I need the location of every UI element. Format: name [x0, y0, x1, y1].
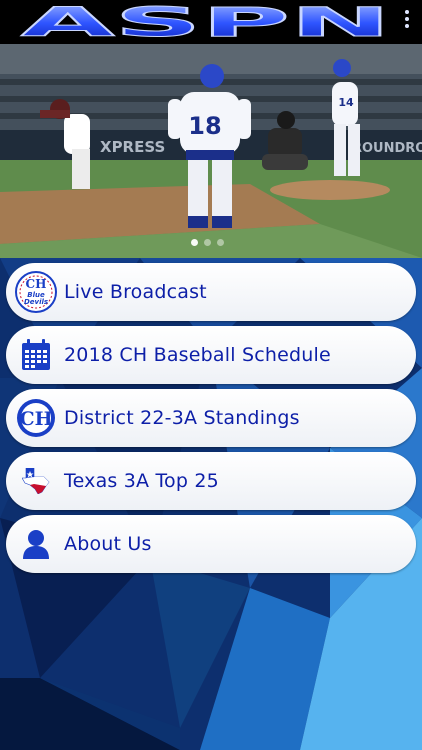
schedule-button[interactable]: 2018 CH Baseball Schedule — [6, 326, 416, 384]
blue-devils-logo-icon: CH Blue Devils — [14, 270, 58, 314]
live-broadcast-button[interactable]: CH Blue Devils Live Broadcast — [6, 263, 416, 321]
batter-number: 14 — [338, 96, 354, 109]
logo-ch-text: CH — [19, 408, 52, 430]
logo-text: ASPN — [21, 3, 391, 41]
jersey-number: 18 — [188, 112, 221, 140]
standings-button[interactable]: CH District 22-3A Standings — [6, 389, 416, 447]
pager-dot[interactable] — [204, 239, 211, 246]
menu-item-label: About Us — [64, 533, 152, 555]
menu-item-label: District 22-3A Standings — [64, 407, 300, 429]
logo-ch-text: CH — [26, 277, 47, 291]
banner-right-text: ROUNDROC — [352, 141, 422, 156]
aspn-logo: ASPN — [21, 3, 392, 41]
calendar-icon — [14, 333, 58, 377]
menu-item-label: 2018 CH Baseball Schedule — [64, 344, 331, 366]
top-25-button[interactable]: Texas 3A Top 25 — [6, 452, 416, 510]
vertical-dots-icon[interactable] — [402, 10, 412, 34]
about-us-button[interactable]: About Us — [6, 515, 416, 573]
carousel-pager[interactable] — [191, 231, 230, 246]
hero-image: XPRESS ROUNDROC 18 — [0, 44, 422, 258]
menu-item-label: Texas 3A Top 25 — [64, 470, 219, 492]
app-header: ASPN — [0, 0, 422, 44]
person-icon — [14, 522, 58, 566]
texas-flag-icon — [14, 459, 58, 503]
logo-devils-text: Devils — [24, 298, 48, 306]
pager-dot[interactable] — [217, 239, 224, 246]
main-menu: CH Blue Devils Live Broadcast 2018 CH Ba… — [6, 263, 416, 578]
ch-logo-icon: CH — [14, 396, 58, 440]
banner-left-text: XPRESS — [100, 138, 165, 156]
pager-dot[interactable] — [191, 239, 198, 246]
menu-item-label: Live Broadcast — [64, 281, 207, 303]
